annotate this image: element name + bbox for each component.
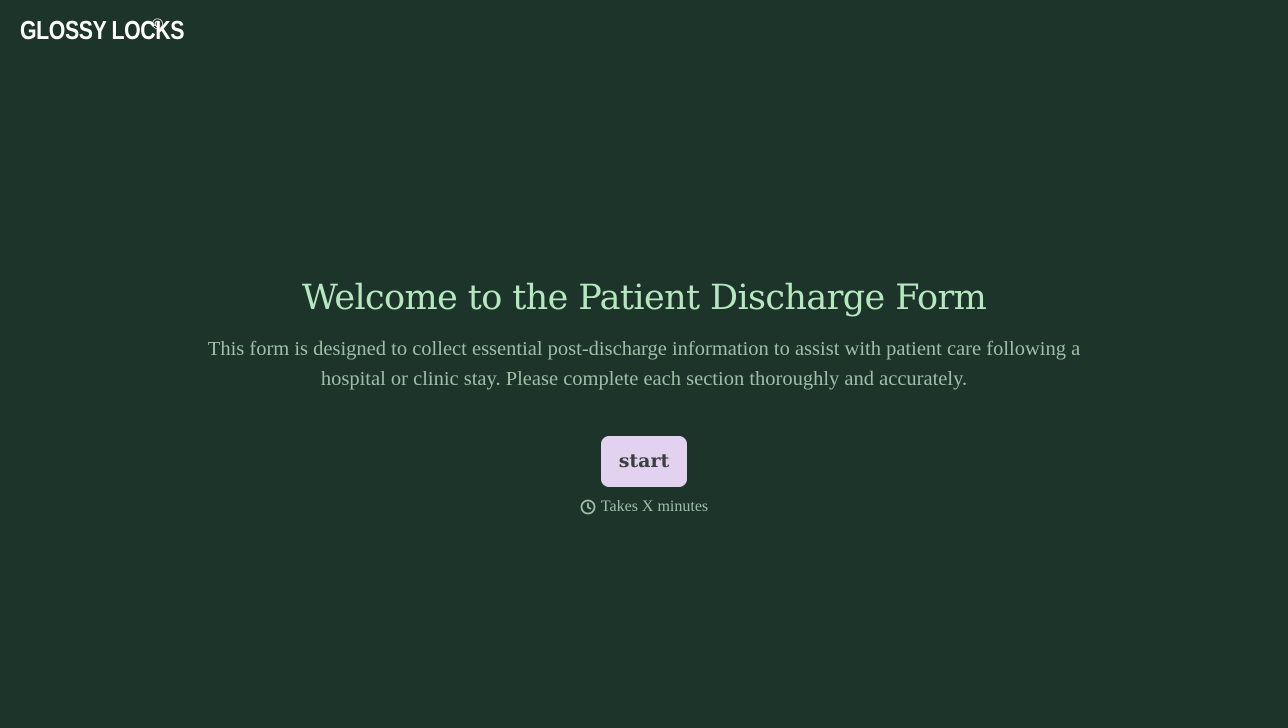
clock-icon [580, 499, 596, 515]
page-title: Welcome to the Patient Discharge Form [301, 278, 987, 318]
start-button[interactable]: start [601, 436, 687, 487]
duration-info: Takes X minutes [0, 496, 1288, 518]
brand-logo[interactable]: GLOSSY LOCKS © [20, 14, 220, 46]
form-description: This form is designed to collect essenti… [207, 338, 1081, 390]
copyright-mark: © [152, 16, 164, 33]
welcome-section: Welcome to the Patient Discharge Form Th… [0, 272, 1288, 518]
duration-text: Takes X minutes [600, 498, 709, 515]
